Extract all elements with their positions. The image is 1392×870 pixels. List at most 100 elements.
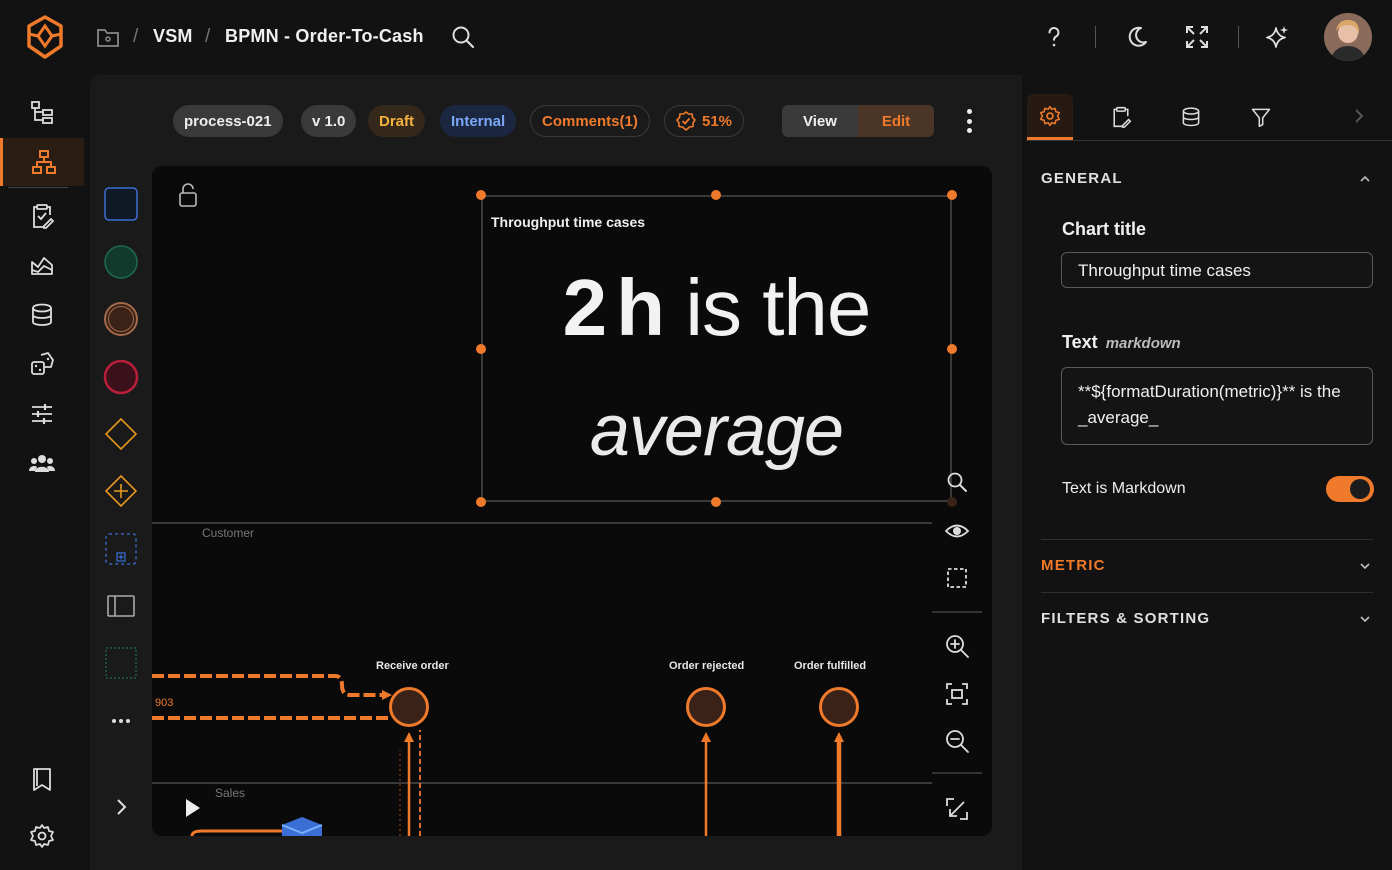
zoom-out-icon[interactable] xyxy=(944,728,970,754)
search-icon[interactable] xyxy=(450,24,476,50)
chevron-down-icon[interactable] xyxy=(1358,561,1372,571)
event-receive-order[interactable] xyxy=(389,687,429,727)
section-general-title[interactable]: GENERAL xyxy=(1041,170,1123,187)
progress-value: 51% xyxy=(702,112,733,130)
collapse-icon[interactable] xyxy=(944,796,970,822)
hierarchy-icon xyxy=(31,101,53,124)
eye-icon[interactable] xyxy=(944,518,970,544)
bookmark-icon xyxy=(33,768,51,791)
section-filters-title[interactable]: FILTERS & SORTING xyxy=(1041,610,1210,627)
fit-view-icon[interactable] xyxy=(944,681,970,707)
palette-task[interactable] xyxy=(100,183,142,225)
divider xyxy=(1041,539,1373,540)
divider xyxy=(1095,26,1096,48)
resize-handle[interactable] xyxy=(947,190,957,200)
visibility-badge[interactable]: Internal xyxy=(440,105,517,137)
section-metric-title[interactable]: METRIC xyxy=(1041,557,1106,574)
search-icon[interactable] xyxy=(946,471,968,493)
divider xyxy=(1026,140,1392,141)
sidebar-item-settings-sliders[interactable] xyxy=(0,390,84,438)
tab-settings[interactable] xyxy=(1027,94,1073,140)
filter-icon xyxy=(1251,108,1271,128)
sparkle-icon[interactable] xyxy=(1264,24,1290,50)
breadcrumb-process[interactable]: BPMN - Order-To-Cash xyxy=(225,26,424,47)
palette-pool[interactable] xyxy=(100,585,142,627)
chevron-up-icon[interactable] xyxy=(1358,174,1372,184)
chevron-right-icon[interactable] xyxy=(1352,107,1366,125)
progress-chip[interactable]: 51% xyxy=(664,105,745,137)
sidebar-item-bookmarks[interactable] xyxy=(0,755,84,803)
breadcrumb-vsm[interactable]: VSM xyxy=(153,26,193,47)
help-icon[interactable] xyxy=(1041,24,1067,50)
palette-start-event[interactable] xyxy=(100,241,142,283)
palette-subprocess[interactable] xyxy=(100,528,142,570)
text-label: Text markdown xyxy=(1062,332,1181,352)
palette-more-icon[interactable] xyxy=(100,700,142,742)
tab-tasks[interactable] xyxy=(1098,94,1144,140)
lane-divider xyxy=(152,522,932,524)
chart-title-input[interactable]: Throughput time cases xyxy=(1061,252,1373,288)
view-mode-button[interactable]: View xyxy=(782,105,858,137)
lock-open-icon[interactable] xyxy=(178,182,198,208)
sidebar-item-team[interactable] xyxy=(0,439,84,487)
flow-count-label: 903 xyxy=(155,697,174,709)
moon-icon[interactable] xyxy=(1124,24,1150,50)
lane-label-customer: Customer xyxy=(202,526,255,540)
sidebar-item-hierarchy[interactable] xyxy=(0,88,84,136)
clipboard-edit-icon xyxy=(33,204,55,229)
resize-handle[interactable] xyxy=(947,497,957,507)
resize-handle[interactable] xyxy=(476,497,486,507)
status-badge[interactable]: Draft xyxy=(368,105,426,137)
text-markdown-input[interactable]: **${formatDuration(metric)}** is the _av… xyxy=(1061,367,1373,445)
sidebar-item-analytics[interactable] xyxy=(0,241,84,289)
divider xyxy=(932,611,982,613)
breadcrumb-separator: / xyxy=(205,26,211,47)
comments-button[interactable]: Comments(1) xyxy=(530,105,650,137)
sitemap-icon xyxy=(31,150,56,174)
avatar[interactable] xyxy=(1324,13,1372,61)
chart-title-label: Chart title xyxy=(1062,219,1147,239)
brand-logo-icon[interactable] xyxy=(24,14,66,60)
expand-rail-icon[interactable] xyxy=(100,786,142,828)
edit-mode-button[interactable]: Edit xyxy=(858,105,934,137)
task-cube-icon[interactable] xyxy=(280,815,324,836)
resize-handle[interactable] xyxy=(711,190,721,200)
resize-handle[interactable] xyxy=(711,497,721,507)
expand-icon[interactable] xyxy=(1184,24,1210,50)
palette-group[interactable] xyxy=(100,642,142,684)
users-icon xyxy=(29,455,55,472)
markdown-toggle[interactable] xyxy=(1326,476,1374,502)
badge-check-icon xyxy=(676,111,696,131)
clipboard-edit-icon xyxy=(1113,106,1132,128)
breadcrumb-separator: / xyxy=(133,26,139,47)
palette-end-event[interactable] xyxy=(100,356,142,398)
palette-gateway[interactable] xyxy=(100,413,142,455)
version-chip[interactable]: v 1.0 xyxy=(301,105,357,137)
divider xyxy=(1238,26,1239,48)
markdown-toggle-label: Text is Markdown xyxy=(1062,480,1186,497)
sidebar-item-process-map[interactable] xyxy=(0,138,84,186)
node-label-receive-order: Receive order xyxy=(376,660,449,672)
sidebar-item-simulation[interactable] xyxy=(0,340,84,388)
chart-widget-value: 2h is the xyxy=(562,263,872,352)
resize-handle[interactable] xyxy=(476,190,486,200)
event-order-rejected[interactable] xyxy=(686,687,726,727)
tab-filter[interactable] xyxy=(1238,94,1284,140)
sidebar-item-tasks[interactable] xyxy=(0,192,84,240)
select-area-icon[interactable] xyxy=(944,565,970,591)
folder-icon[interactable] xyxy=(96,26,120,48)
tab-data[interactable] xyxy=(1168,94,1214,140)
play-icon[interactable] xyxy=(184,797,202,819)
sidebar-item-settings[interactable] xyxy=(0,812,84,860)
more-options-icon[interactable] xyxy=(955,106,983,136)
palette-intermediate-event[interactable] xyxy=(100,298,142,340)
mode-toggle: View Edit xyxy=(782,105,934,137)
zoom-in-icon[interactable] xyxy=(944,633,970,659)
event-order-fulfilled[interactable] xyxy=(819,687,859,727)
sidebar-item-data[interactable] xyxy=(0,291,84,339)
database-icon xyxy=(1182,107,1200,127)
chevron-down-icon[interactable] xyxy=(1358,614,1372,624)
gear-icon xyxy=(30,824,54,848)
divider xyxy=(1041,592,1373,593)
palette-parallel-gateway[interactable] xyxy=(100,470,142,512)
